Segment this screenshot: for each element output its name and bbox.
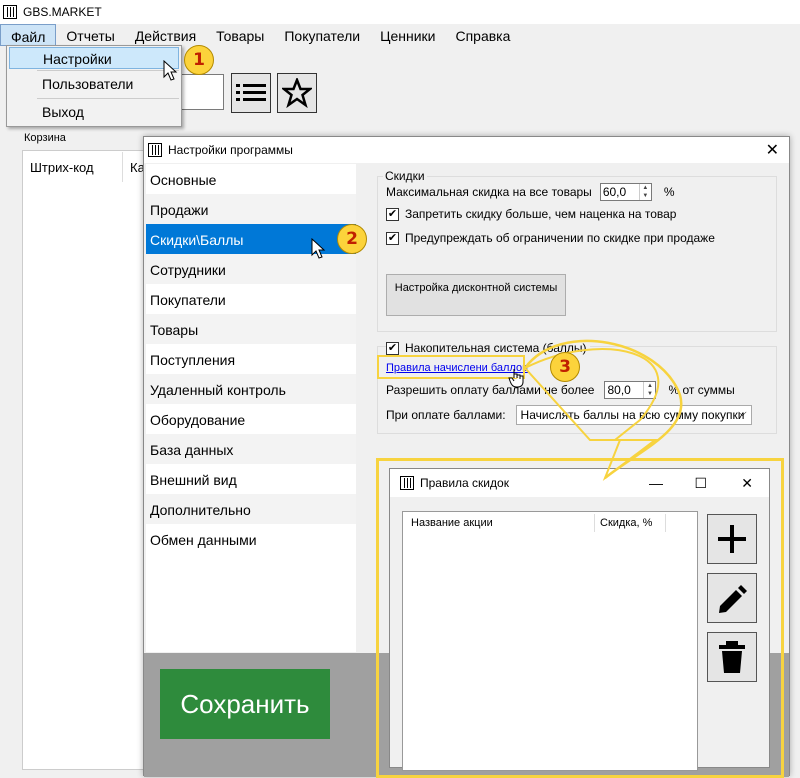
menu-goods[interactable]: Товары <box>206 24 274 46</box>
allow-points-input[interactable]: 80,0 ▲ ▼ <box>604 381 657 399</box>
menu-item-users[interactable]: Пользователи <box>7 71 181 98</box>
menu-file[interactable]: Файл <box>0 24 57 46</box>
allow-row: Разрешить оплату баллами не более 80,0 ▲… <box>386 381 735 399</box>
step-badge-1: 1 <box>184 45 214 75</box>
nav-item-receipts[interactable]: Поступления <box>146 344 356 374</box>
menu-actions[interactable]: Действия <box>125 24 206 46</box>
allow-label: Разрешить оплату баллами не более <box>386 383 595 397</box>
edit-rule-button[interactable] <box>707 573 757 623</box>
nav-item-customers[interactable]: Покупатели <box>146 284 356 314</box>
col-action-name: Название акции <box>411 517 493 529</box>
add-rule-button[interactable] <box>707 514 757 564</box>
close-icon[interactable]: ✕ <box>741 475 753 492</box>
rules-title: Правила скидок <box>420 476 509 490</box>
cart-col-barcode: Штрих-код <box>30 160 94 175</box>
mouse-cursor-icon <box>311 238 326 259</box>
toolbar-search-input[interactable] <box>180 74 224 110</box>
spin-arrows-icon[interactable]: ▲ ▼ <box>643 382 655 398</box>
pay-mode-value: Начислять баллы на всю сумму покупки <box>520 408 745 422</box>
forbid-row: ✔ Запретить скидку больше, чем наценка н… <box>386 207 676 221</box>
discounts-group: Скидки Максимальная скидка на все товары… <box>377 169 777 332</box>
forbid-checkbox[interactable]: ✔ <box>386 207 399 221</box>
file-menu-dropdown: Настройки Пользователи Выход <box>6 45 182 127</box>
app-logo-icon <box>400 476 414 490</box>
menu-customers[interactable]: Покупатели <box>274 24 370 46</box>
nav-item-main[interactable]: Основные <box>146 164 356 194</box>
warn-row: ✔ Предупреждать об ограничении по скидке… <box>386 231 715 245</box>
delete-rule-button[interactable] <box>707 632 757 682</box>
max-discount-label: Максимальная скидка на все товары <box>386 185 592 199</box>
minimize-icon[interactable]: — <box>649 475 663 491</box>
warn-label: Предупреждать об ограничении по скидке п… <box>405 231 715 245</box>
mouse-cursor-icon <box>163 60 178 81</box>
step-badge-2: 2 <box>337 224 367 254</box>
pay-label: При оплате баллами: <box>386 408 506 422</box>
warn-checkbox[interactable]: ✔ <box>386 231 399 245</box>
hand-cursor-icon <box>508 369 524 388</box>
column-divider <box>594 514 595 532</box>
menu-help[interactable]: Справка <box>445 24 520 46</box>
forbid-label: Запретить скидку больше, чем наценка на … <box>405 207 677 221</box>
star-icon <box>282 78 312 108</box>
maximize-icon[interactable]: ☐ <box>694 475 707 492</box>
settings-titlebar: Настройки программы ✕ <box>144 137 789 163</box>
app-titlebar: GBS.MARKET <box>0 0 800 24</box>
chevron-down-icon: ⌵ <box>738 407 747 419</box>
rules-link-row: Правила начислени баллов <box>386 362 528 374</box>
nav-item-database[interactable]: База данных <box>146 434 356 464</box>
spin-arrows-icon[interactable]: ▲ ▼ <box>638 184 651 200</box>
app-logo-icon <box>148 143 162 157</box>
app-logo-icon <box>3 5 17 19</box>
rules-link[interactable]: Правила начислени баллов <box>386 362 528 374</box>
list-button[interactable] <box>231 73 271 113</box>
discount-system-button[interactable]: Настройка дисконтной системы <box>386 274 566 316</box>
plus-icon <box>718 525 746 553</box>
allow-points-value: 80,0 <box>607 383 631 397</box>
favorites-button[interactable] <box>277 73 317 113</box>
menu-price-tags[interactable]: Ценники <box>370 24 445 46</box>
rules-titlebar: Правила скидок — ☐ ✕ <box>390 469 769 497</box>
close-icon[interactable]: ✕ <box>766 140 779 160</box>
pay-mode-select[interactable]: Начислять баллы на всю сумму покупки ⌵ <box>515 405 752 425</box>
rules-table[interactable]: Название акции Скидка, % <box>402 511 698 771</box>
pay-row: При оплате баллами: Начислять баллы на в… <box>386 405 752 425</box>
cart-label: Корзина <box>24 132 66 144</box>
menu-reports[interactable]: Отчеты <box>56 24 124 46</box>
menu-item-exit[interactable]: Выход <box>7 99 181 126</box>
allow-suffix: % от суммы <box>668 383 735 397</box>
pencil-icon <box>719 585 747 613</box>
settings-title: Настройки программы <box>168 143 293 157</box>
nav-item-remote[interactable]: Удаленный контроль <box>146 374 356 404</box>
nav-item-additional[interactable]: Дополнительно <box>146 494 356 524</box>
menu-item-settings[interactable]: Настройки <box>9 47 179 69</box>
rules-dialog: Правила скидок — ☐ ✕ Название акции Скид… <box>389 468 770 771</box>
cart-col-partial: Ка <box>122 152 145 182</box>
save-button[interactable]: Сохранить <box>160 669 330 739</box>
nav-item-appearance[interactable]: Внешний вид <box>146 464 356 494</box>
nav-item-sales[interactable]: Продажи <box>146 194 356 224</box>
max-discount-value: 60,0 <box>602 185 627 199</box>
max-discount-row: Максимальная скидка на все товары 60,0 ▲… <box>386 183 674 201</box>
app-title: GBS.MARKET <box>23 5 102 19</box>
points-checkbox[interactable]: ✔ <box>386 341 399 355</box>
list-icon <box>236 84 266 101</box>
menubar: Файл Отчеты Действия Товары Покупатели Ц… <box>0 24 800 46</box>
discounts-group-label: Скидки <box>383 169 427 183</box>
step-badge-3: 3 <box>550 352 580 382</box>
nav-item-hardware[interactable]: Оборудование <box>146 404 356 434</box>
trash-icon <box>719 641 745 673</box>
nav-item-exchange[interactable]: Обмен данными <box>146 524 356 554</box>
nav-item-goods[interactable]: Товары <box>146 314 356 344</box>
col-discount: Скидка, % <box>600 517 653 529</box>
column-divider <box>665 514 666 532</box>
percent-sign: % <box>663 185 675 199</box>
max-discount-input[interactable]: 60,0 ▲ ▼ <box>599 183 652 201</box>
